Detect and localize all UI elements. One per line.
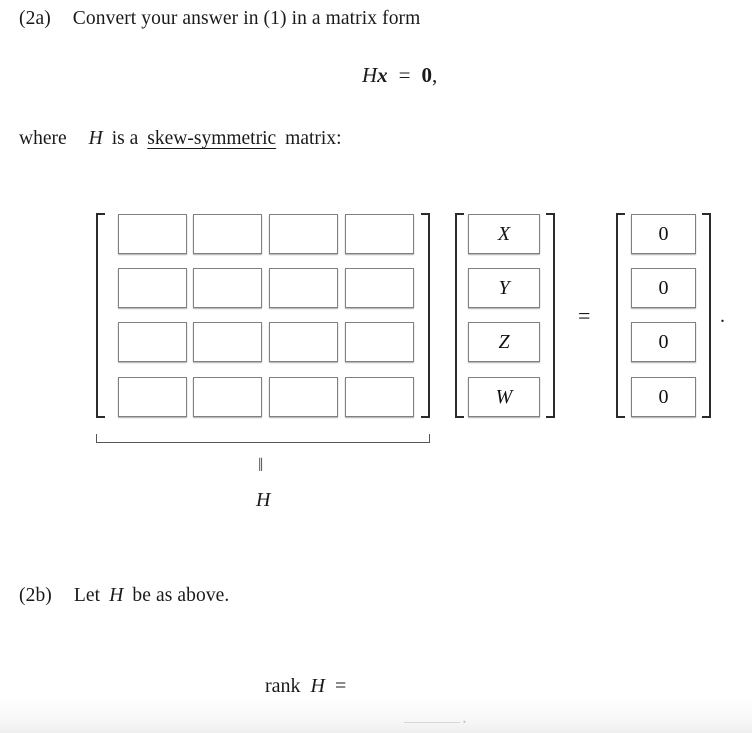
matrix-cell-r2c3[interactable] [269, 268, 338, 308]
matrix-cell-r3c4[interactable] [345, 322, 414, 362]
unknown-vector-right-bracket [546, 213, 555, 418]
problem-2b-statement-tail: be as above. [132, 585, 230, 606]
underbrace-double-bar: ‖ [258, 455, 263, 476]
matrix-cell-r1c4[interactable] [345, 214, 414, 254]
display-equation-hx-equals-zero: Hx = 0, [362, 63, 437, 88]
matrix-cell-r4c2[interactable] [193, 377, 262, 417]
rank-equals-sign: = [335, 675, 347, 697]
zero-vector-right-bracket [702, 213, 711, 418]
rank-matrix-symbol: H [310, 675, 325, 697]
equation-rhs: 0 [421, 63, 433, 87]
where-is-a: is a [111, 128, 139, 149]
zero-vector-cell-2[interactable]: 0 [631, 268, 696, 308]
where-blank-answer[interactable]: skew-symmetric [147, 128, 276, 149]
problem-2b-symbol: H [109, 585, 124, 606]
unknown-vector-cell-2[interactable]: Y [468, 268, 540, 308]
zero-vector-cell-4[interactable]: 0 [631, 377, 696, 417]
where-matrix-symbol: H [88, 128, 103, 149]
page-bottom-shadow [0, 697, 752, 733]
rank-answer-period: . [462, 706, 467, 728]
matrix-cell-r4c3[interactable] [269, 377, 338, 417]
problem-2b-line: (2b) Let Hbe as above. [19, 585, 229, 607]
matrix-cell-r1c1[interactable] [118, 214, 187, 254]
zero-vector-left-bracket [616, 213, 625, 418]
problem-2b-statement: Let [73, 585, 101, 606]
problem-2b-tag: (2b) [19, 585, 52, 606]
matrix-cell-r4c1[interactable] [118, 377, 187, 417]
equation-relation: = [398, 63, 411, 87]
underbrace-label-h: H [256, 489, 271, 511]
rank-word: rank [265, 675, 301, 697]
problem-2a-tag: (2a) [19, 8, 51, 29]
problem-2a-line: (2a) Convert your answer in (1) in a matr… [19, 8, 420, 30]
zero-vector-cell-3[interactable]: 0 [631, 322, 696, 362]
coefficient-matrix-left-bracket [96, 213, 105, 418]
equation-trailing-comma: , [432, 63, 438, 87]
matrix-equation-region: X Y Z W = 0 0 0 0 . ‖ H [0, 0, 752, 733]
matrix-cell-r1c3[interactable] [269, 214, 338, 254]
rank-answer-blank[interactable] [404, 722, 460, 723]
matrix-cell-r3c2[interactable] [193, 322, 262, 362]
matrix-cell-r3c1[interactable] [118, 322, 187, 362]
coefficient-matrix-underbrace [96, 434, 430, 443]
where-clause-line: where His a skew-symmetric matrix: [19, 128, 342, 150]
unknown-vector-cell-1[interactable]: X [468, 214, 540, 254]
matrix-cell-r2c1[interactable] [118, 268, 187, 308]
where-matrix-word: matrix: [285, 128, 342, 149]
unknown-vector-cell-4[interactable]: W [468, 377, 540, 417]
matrix-cell-r3c3[interactable] [269, 322, 338, 362]
worksheet-page: (2a) Convert your answer in (1) in a matr… [0, 0, 752, 733]
zero-vector-cell-1[interactable]: 0 [631, 214, 696, 254]
unknown-vector-cell-3[interactable]: Z [468, 322, 540, 362]
problem-2a-statement: Convert your answer in (1) in a matrix f… [72, 8, 421, 29]
equation-vector-symbol: x [377, 63, 388, 87]
matrix-equation-equals-sign: = [578, 303, 591, 328]
unknown-vector-left-bracket [455, 213, 464, 418]
matrix-cell-r2c2[interactable] [193, 268, 262, 308]
matrix-equation-trailing-period: . [720, 305, 725, 327]
where-word: where [19, 128, 67, 149]
matrix-cell-r1c2[interactable] [193, 214, 262, 254]
coefficient-matrix-right-bracket [421, 213, 430, 418]
matrix-cell-r2c4[interactable] [345, 268, 414, 308]
matrix-cell-r4c4[interactable] [345, 377, 414, 417]
rank-prompt-line: rank H = [265, 675, 346, 698]
equation-matrix-symbol: H [362, 63, 378, 87]
